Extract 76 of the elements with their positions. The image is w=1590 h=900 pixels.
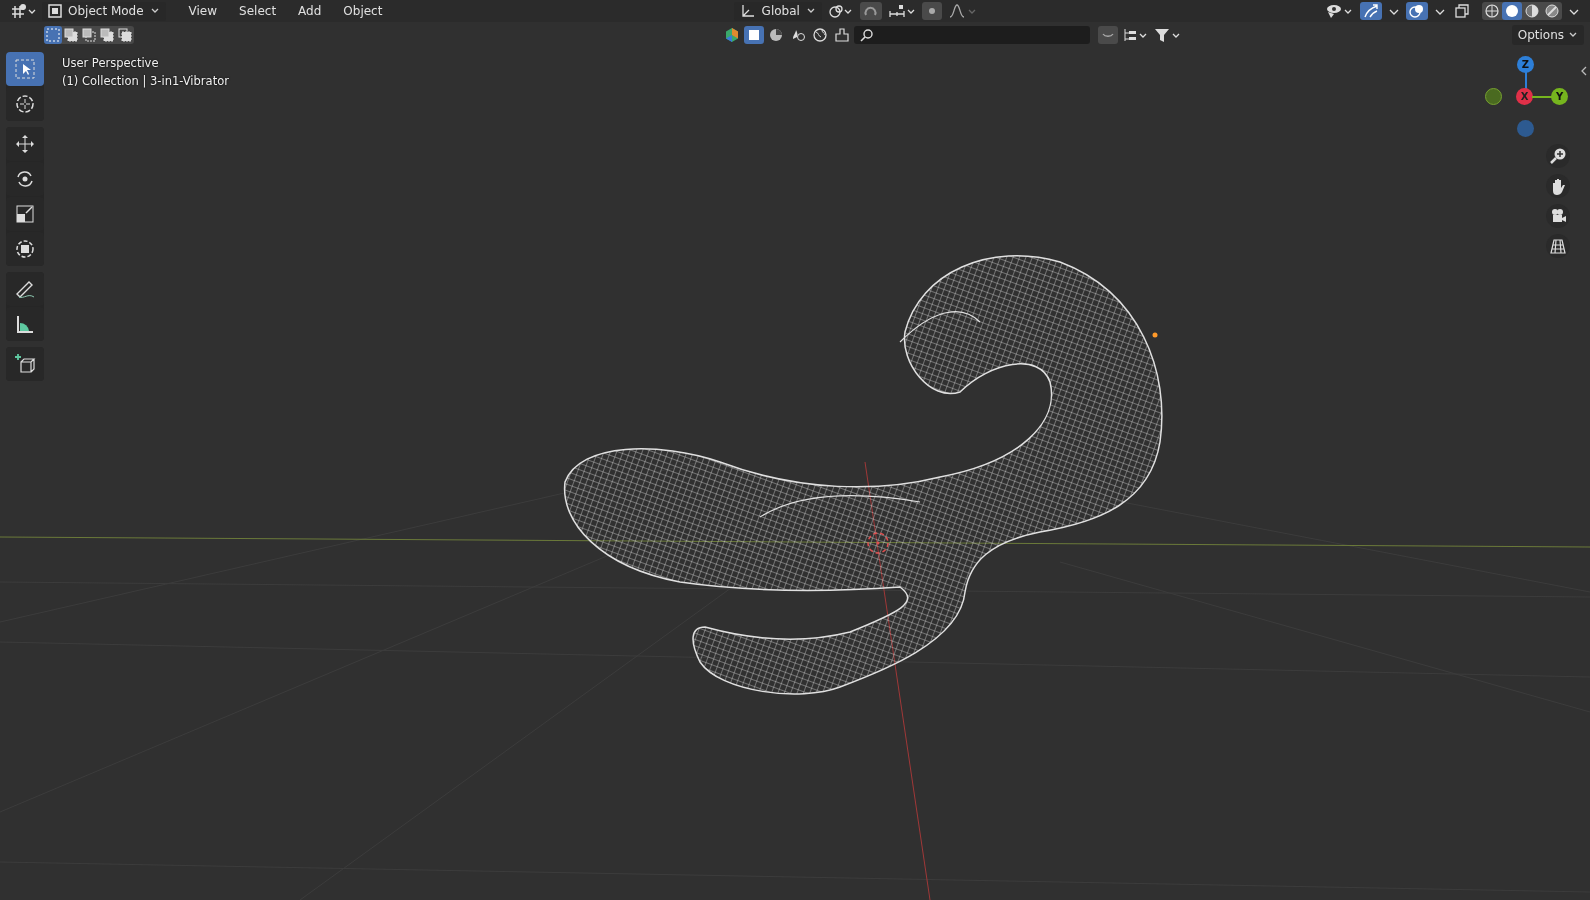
cursor-icon <box>14 93 36 115</box>
menu-item[interactable]: Object <box>334 4 392 18</box>
shading-mode-button[interactable] <box>1522 2 1542 20</box>
z-axis-gizmo-button[interactable]: Z <box>1517 56 1534 73</box>
xray-toggle[interactable] <box>1452 2 1472 20</box>
select-tool-button[interactable] <box>6 52 44 86</box>
xray-squares-icon <box>1454 3 1470 19</box>
selection-mode-button[interactable] <box>116 26 134 44</box>
measure-icon <box>14 313 36 335</box>
menu-item[interactable]: View <box>179 4 227 18</box>
sphere-icon <box>1544 3 1560 19</box>
rotate-icon <box>14 168 36 190</box>
selection-mode-button[interactable] <box>62 26 80 44</box>
selection-mode-button[interactable] <box>98 26 116 44</box>
scale-icon <box>14 203 36 225</box>
axes-icon <box>739 3 756 19</box>
snap-toggle[interactable] <box>859 2 882 20</box>
transform-icon <box>14 238 36 260</box>
selection-squares-icon <box>46 28 60 42</box>
zoom-icon <box>1549 147 1567 165</box>
3d-cursor-icon <box>867 532 889 554</box>
select-icon <box>14 58 36 80</box>
overlay-toggle[interactable] <box>1406 2 1428 20</box>
pivot-circles-icon <box>827 3 854 19</box>
y-axis-gizmo-button[interactable]: Y <box>1551 88 1568 105</box>
sphere-icon <box>1484 3 1500 19</box>
caret-icon <box>805 7 816 15</box>
shading-mode-button[interactable] <box>1542 2 1562 20</box>
caret-icon <box>1568 31 1578 39</box>
projection-toggle-button[interactable] <box>1546 234 1570 258</box>
funnel-icon <box>1153 27 1182 43</box>
snap-increment-icon <box>887 3 916 19</box>
grid-icon <box>1549 237 1567 255</box>
object-square-icon <box>48 4 62 18</box>
sphere-icon <box>1524 3 1540 19</box>
options-dropdown[interactable]: Options <box>1511 25 1584 45</box>
object-filter-button[interactable] <box>743 26 764 44</box>
color-cube-icon <box>723 27 740 43</box>
eye-icon <box>1324 3 1354 19</box>
filter-toggle[interactable] <box>1097 26 1118 44</box>
pan-button[interactable] <box>1546 174 1570 198</box>
view-name-label: User Perspective <box>62 56 160 70</box>
selection-squares-icon <box>100 28 114 42</box>
camera-icon <box>1549 207 1567 225</box>
gizmo-toggle[interactable] <box>1360 2 1382 20</box>
menu-item[interactable]: Add <box>289 4 331 18</box>
negative-y-gizmo-button[interactable] <box>1485 88 1502 105</box>
gizmo-arrows-icon <box>1362 3 1380 19</box>
caret-icon <box>149 7 160 15</box>
object-info-label: (1) Collection | 3-in1-Vibrator <box>62 74 229 88</box>
selection-squares-icon <box>118 28 132 42</box>
selection-mode-button[interactable] <box>80 26 98 44</box>
selection-squares-icon <box>64 28 78 42</box>
editor-grid-icon <box>10 3 36 19</box>
sphere-icon <box>767 27 784 43</box>
falloff-curve-icon <box>947 3 978 19</box>
orientation-dropdown[interactable]: Global <box>733 1 822 21</box>
shading-mode-button[interactable] <box>1482 2 1502 20</box>
sphere-icon <box>1504 3 1520 19</box>
menu-item[interactable]: Select <box>230 4 286 18</box>
search-icon <box>859 28 874 42</box>
add-cube-icon <box>14 353 36 375</box>
shading-mode-button[interactable] <box>1502 2 1522 20</box>
zoom-button[interactable] <box>1546 144 1570 168</box>
sidebar-toggle-icon[interactable] <box>1580 66 1588 76</box>
object-origin-icon <box>1152 332 1158 338</box>
proportional-edit-toggle[interactable] <box>921 2 942 20</box>
mode-dropdown[interactable]: Object Mode <box>42 1 166 21</box>
hierarchy-icon <box>1121 27 1148 43</box>
x-axis-gizmo-button[interactable]: X <box>1516 88 1533 105</box>
search-field[interactable] <box>853 26 1090 44</box>
selection-squares-icon <box>82 28 96 42</box>
move-icon <box>14 133 36 155</box>
overlay-circles-icon <box>1408 3 1426 19</box>
camera-view-button[interactable] <box>1546 204 1570 228</box>
selection-mode-button[interactable] <box>44 26 62 44</box>
